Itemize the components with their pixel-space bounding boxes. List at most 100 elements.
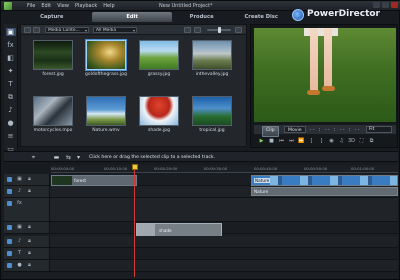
import-media-icon[interactable] — [24, 27, 31, 33]
preview-window[interactable] — [254, 28, 396, 122]
lock-icon[interactable]: 🔒︎ — [26, 262, 33, 269]
track-header: ● 🔒︎ — [4, 260, 50, 271]
mark-in-icon[interactable]: [ — [308, 138, 315, 145]
media-name: inthevalley.jpg — [195, 72, 229, 77]
3d-mode-icon[interactable]: 3D — [348, 138, 355, 145]
timeline-clip-shade[interactable]: shade — [136, 223, 222, 237]
tab-edit[interactable]: Edit — [92, 12, 172, 22]
menu-help[interactable]: Help — [103, 3, 114, 9]
audio-track-1[interactable]: ♪ 🔒︎ Nature — [4, 186, 398, 198]
project-title: New Untitled Project* — [159, 3, 213, 9]
lock-icon[interactable]: 🔒︎ — [26, 224, 33, 231]
audio-track-2[interactable]: ♪ 🔒︎ — [4, 236, 398, 248]
menu-file[interactable]: File — [27, 3, 35, 9]
lock-icon[interactable]: 🔒︎ — [26, 176, 33, 183]
voiceover-icon[interactable]: ● — [6, 119, 16, 127]
previous-frame-icon[interactable]: ⏮ — [278, 138, 285, 145]
track-enable-checkbox[interactable] — [7, 201, 12, 206]
preview-panel: Clip Movie -- : -- : -- : -- Fit ▶ ■ ⏮ ⏭… — [250, 24, 398, 148]
chapter-room-icon[interactable]: ≡ — [6, 132, 16, 140]
dropdown-arrow-icon[interactable]: ▾ — [74, 154, 83, 161]
slider-knob[interactable] — [218, 27, 221, 33]
voice-track[interactable]: ● 🔒︎ — [4, 260, 398, 272]
library-item[interactable]: shade.jpg — [139, 96, 179, 144]
library-menu-icon[interactable] — [235, 27, 242, 33]
library-item[interactable]: grassy.jpg — [139, 40, 179, 88]
library-item[interactable]: inthevalley.jpg — [192, 40, 232, 88]
fast-forward-icon[interactable]: ⏩ — [298, 138, 305, 145]
library-item[interactable]: motorcycles.mpo — [33, 96, 73, 144]
insert-mode-icon[interactable]: ⇆ — [64, 154, 73, 161]
timeline-clip-nature-audio[interactable]: Nature — [251, 187, 398, 196]
track-header: ♪ 🔒︎ — [4, 236, 50, 247]
ruler-tick: 00:00:10:00 — [104, 166, 128, 171]
particle-room-icon[interactable]: ✦ — [6, 67, 16, 75]
library-item[interactable]: forest.jpg — [33, 40, 73, 88]
movie-mode-button[interactable]: Movie — [284, 126, 306, 133]
preview-subject — [324, 28, 332, 86]
track-header: ▣ 🔒︎ — [4, 174, 50, 185]
media-type-dropdown[interactable]: All Media ▾ — [93, 27, 137, 33]
video-track-1[interactable]: ▣ 🔒︎ forest Nature — [4, 174, 398, 186]
menu-view[interactable]: View — [57, 3, 69, 9]
lock-icon[interactable]: 🔒︎ — [26, 250, 33, 257]
video-track-2[interactable]: ▣ 🔒︎ shade — [4, 222, 398, 237]
audio-mixing-icon[interactable]: ♪ — [6, 106, 16, 114]
timeline-mode-icon[interactable]: ⌖ — [29, 154, 38, 161]
library-item[interactable]: tropical.jpg — [192, 96, 232, 144]
media-room-icon[interactable]: ▣ — [5, 28, 16, 36]
view-mode-icon[interactable] — [184, 27, 191, 33]
title-track[interactable]: T 🔒︎ — [4, 248, 398, 260]
timeline-clip-forest[interactable]: forest — [51, 175, 137, 186]
fx-track[interactable]: fx — [4, 198, 398, 222]
media-library: Media Conte... ▾ All Media ▾ forest.jpg … — [20, 24, 247, 147]
library-toolbar: Media Conte... ▾ All Media ▾ — [21, 25, 246, 35]
playhead-line[interactable] — [134, 165, 135, 277]
tab-create-disc[interactable]: Create Disc — [231, 12, 291, 22]
fullscreen-icon[interactable]: ⛶ — [358, 138, 365, 145]
room-toolbar: ▣ fx ◧ ✦ T ⧉ ♪ ● ≡ ▭ — [4, 24, 18, 153]
thumbnail-size-slider[interactable] — [207, 27, 231, 33]
pip-objects-icon[interactable]: ◧ — [6, 54, 16, 62]
transition-room-icon[interactable]: ⧉ — [6, 93, 16, 101]
lock-icon[interactable]: 🔒︎ — [26, 188, 33, 195]
track-enable-checkbox[interactable] — [7, 251, 12, 256]
clip-mode-button[interactable]: Clip — [262, 126, 279, 137]
audio-track-icon: ♪ — [17, 188, 22, 194]
timeline-clip-nature[interactable]: Nature — [251, 175, 398, 186]
track-enable-checkbox[interactable] — [7, 225, 12, 230]
play-icon[interactable]: ▶ — [258, 138, 265, 145]
clip-label: forest — [74, 178, 87, 183]
snapshot-icon[interactable]: ◉ — [328, 138, 335, 145]
library-item[interactable]: goldofthegrass.jpg — [85, 40, 127, 88]
title-room-icon[interactable]: T — [6, 80, 16, 88]
lock-icon[interactable]: 🔒︎ — [26, 238, 33, 245]
mark-out-icon[interactable]: ] — [318, 138, 325, 145]
track-enable-checkbox[interactable] — [7, 177, 12, 182]
tab-produce[interactable]: Produce — [172, 12, 232, 22]
track-enable-checkbox[interactable] — [7, 263, 12, 268]
menu-edit[interactable]: Edit — [41, 3, 51, 9]
media-thumbnail — [192, 40, 232, 70]
zoom-fit-value: Fit — [369, 127, 375, 132]
zoom-fit-dropdown[interactable]: Fit — [366, 126, 392, 133]
sort-icon[interactable] — [194, 27, 201, 33]
tab-capture[interactable]: Capture — [11, 12, 92, 22]
menu-playback[interactable]: Playback — [75, 3, 97, 9]
library-item[interactable]: Nature.wmv — [86, 96, 126, 144]
storyboard-mode-icon[interactable]: ▬ — [52, 154, 61, 161]
timeline-ruler[interactable]: 00:00:00:00 00:00:10:00 00:00:20:00 00:0… — [51, 165, 398, 173]
ruler-tick: 00:00:50:00 — [304, 166, 328, 171]
fx-track-icon: fx — [17, 200, 22, 206]
next-frame-icon[interactable]: ⏭ — [288, 138, 295, 145]
folder-icon[interactable] — [33, 27, 40, 33]
playhead-handle[interactable] — [132, 164, 138, 170]
track-enable-checkbox[interactable] — [7, 189, 12, 194]
stop-icon[interactable]: ■ — [268, 138, 275, 145]
timecode-display[interactable]: -- : -- : -- : -- — [309, 127, 360, 133]
effects-room-icon[interactable]: fx — [6, 41, 16, 49]
track-enable-checkbox[interactable] — [7, 239, 12, 244]
undock-icon[interactable]: ⧉ — [368, 138, 375, 145]
content-filter-dropdown[interactable]: Media Conte... ▾ — [45, 27, 89, 33]
volume-icon[interactable]: ♫ — [338, 138, 345, 145]
